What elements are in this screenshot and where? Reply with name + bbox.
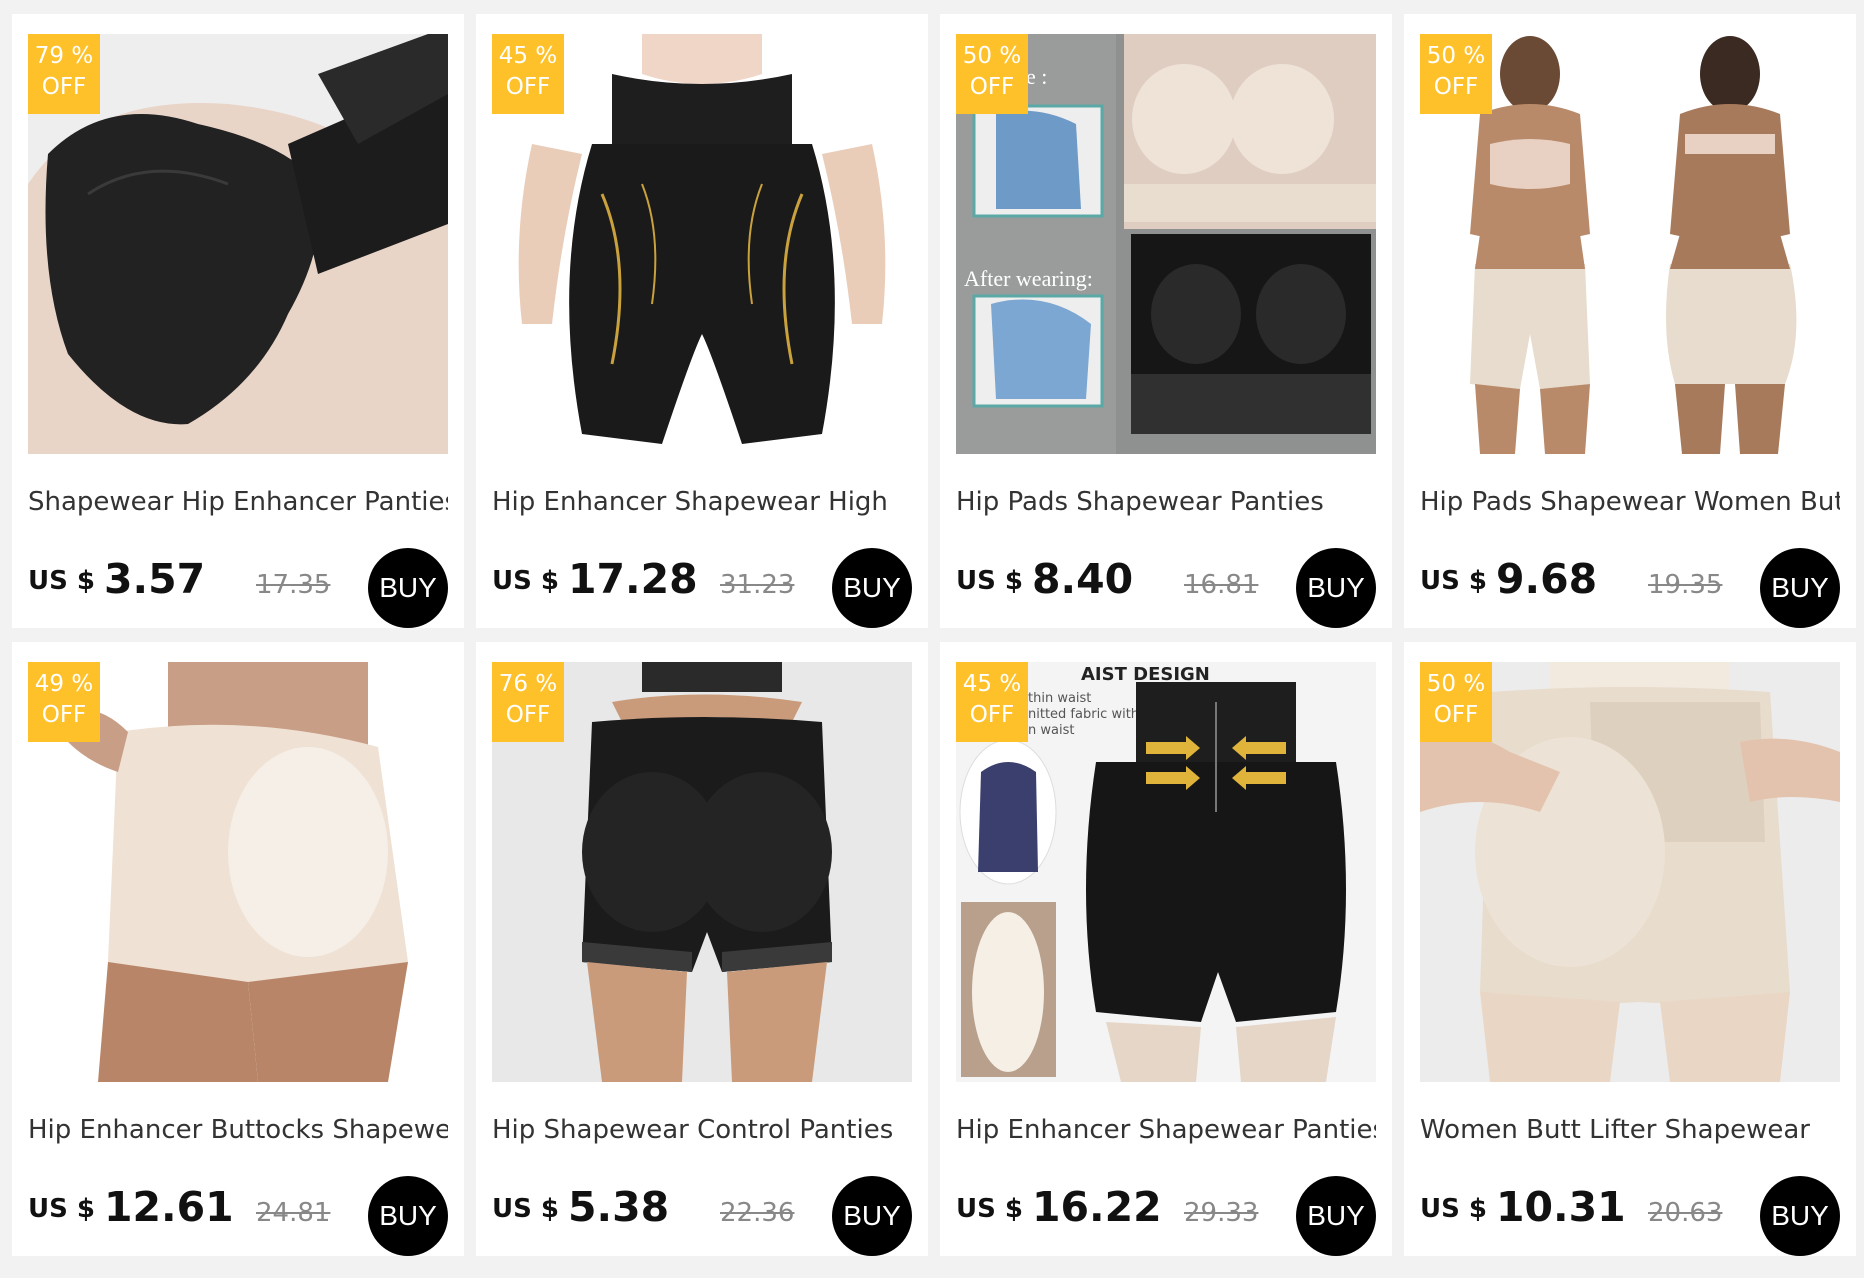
currency-label: US $ (956, 566, 1023, 596)
image-caption-top: e : (1026, 64, 1047, 89)
buy-button[interactable]: BUY (368, 548, 448, 628)
original-price: 22.36 (720, 1198, 795, 1228)
buy-button[interactable]: BUY (368, 1176, 448, 1256)
product-card[interactable]: 45 % OFF Hip Enhancer Shapewear High US … (476, 14, 928, 628)
product-card[interactable]: After wearing: e : 50 % OFF Hip Pads Sha… (940, 14, 1392, 628)
original-price: 29.33 (1184, 1198, 1259, 1228)
product-grid: 79 % OFF Shapewear Hip Enhancer Panties … (0, 0, 1864, 1278)
currency-label: US $ (28, 566, 95, 596)
discount-badge: 50 % OFF (956, 34, 1028, 114)
product-title[interactable]: Hip Shapewear Control Panties (492, 1112, 912, 1148)
product-title[interactable]: Hip Enhancer Shapewear Panties (956, 1112, 1376, 1148)
sale-price: 12.61 (104, 1183, 234, 1231)
original-price: 31.23 (720, 570, 795, 600)
discount-badge: 45 % OFF (492, 34, 564, 114)
original-price: 24.81 (256, 1198, 331, 1228)
product-card[interactable]: 76 % OFF Hip Shapewear Control Panties U… (476, 642, 928, 1256)
currency-label: US $ (956, 1194, 1023, 1224)
discount-badge: 79 % OFF (28, 34, 100, 114)
discount-badge: 49 % OFF (28, 662, 100, 742)
discount-percent: 50 % (1426, 671, 1486, 697)
discount-badge: 45 % OFF (956, 662, 1028, 742)
discount-percent: 45 % (962, 671, 1022, 697)
currency-label: US $ (492, 1194, 559, 1224)
currency-label: US $ (1420, 566, 1487, 596)
sale-price: 16.22 (1032, 1183, 1162, 1231)
currency-label: US $ (28, 1194, 95, 1224)
sale-price: 9.68 (1496, 555, 1598, 603)
discount-percent: 79 % (34, 43, 94, 69)
product-card[interactable]: 50 % OFF Women Butt Lifter Shapewear US … (1404, 642, 1856, 1256)
buy-button[interactable]: BUY (1760, 1176, 1840, 1256)
image-line-1: thin waist (1028, 691, 1091, 706)
product-title[interactable]: Hip Pads Shapewear Women Butt (1420, 484, 1840, 520)
discount-percent: 50 % (962, 43, 1022, 69)
original-price: 17.35 (256, 570, 331, 600)
image-caption-after: After wearing: (964, 266, 1093, 291)
currency-label: US $ (492, 566, 559, 596)
product-title[interactable]: Women Butt Lifter Shapewear (1420, 1112, 1840, 1148)
product-title[interactable]: Shapewear Hip Enhancer Panties (28, 484, 448, 520)
discount-percent: 50 % (1426, 43, 1486, 69)
buy-button[interactable]: BUY (1760, 548, 1840, 628)
currency-label: US $ (1420, 1194, 1487, 1224)
product-card[interactable]: 50 % OFF Hip Pads Shapewear Women Butt U… (1404, 14, 1856, 628)
discount-off-label: OFF (41, 74, 87, 100)
buy-button[interactable]: BUY (1296, 1176, 1376, 1256)
original-price: 20.63 (1648, 1198, 1723, 1228)
discount-off-label: OFF (505, 74, 551, 100)
product-title[interactable]: Hip Pads Shapewear Panties (956, 484, 1376, 520)
product-title[interactable]: Hip Enhancer Shapewear High (492, 484, 912, 520)
discount-percent: 49 % (34, 671, 94, 697)
discount-percent: 45 % (498, 43, 558, 69)
discount-percent: 76 % (498, 671, 558, 697)
discount-off-label: OFF (1433, 702, 1479, 728)
discount-off-label: OFF (505, 702, 551, 728)
buy-button[interactable]: BUY (1296, 548, 1376, 628)
sale-price: 5.38 (568, 1183, 670, 1231)
sale-price: 17.28 (568, 555, 698, 603)
sale-price: 10.31 (1496, 1183, 1626, 1231)
discount-badge: 50 % OFF (1420, 34, 1492, 114)
image-line-2: nitted fabric with (1028, 707, 1139, 722)
discount-badge: 50 % OFF (1420, 662, 1492, 742)
image-line-3: n waist (1028, 723, 1074, 738)
discount-off-label: OFF (41, 702, 87, 728)
discount-off-label: OFF (969, 702, 1015, 728)
discount-off-label: OFF (969, 74, 1015, 100)
buy-button[interactable]: BUY (832, 1176, 912, 1256)
product-title[interactable]: Hip Enhancer Buttocks Shapewear (28, 1112, 448, 1148)
original-price: 16.81 (1184, 570, 1259, 600)
product-card[interactable]: AIST DESIGN thin waist nitted fabric wit… (940, 642, 1392, 1256)
image-heading: AIST DESIGN (1081, 664, 1210, 685)
sale-price: 8.40 (1032, 555, 1134, 603)
discount-off-label: OFF (1433, 74, 1479, 100)
original-price: 19.35 (1648, 570, 1723, 600)
discount-badge: 76 % OFF (492, 662, 564, 742)
product-card[interactable]: 49 % OFF Hip Enhancer Buttocks Shapewear… (12, 642, 464, 1256)
buy-button[interactable]: BUY (832, 548, 912, 628)
product-card[interactable]: 79 % OFF Shapewear Hip Enhancer Panties … (12, 14, 464, 628)
sale-price: 3.57 (104, 555, 206, 603)
